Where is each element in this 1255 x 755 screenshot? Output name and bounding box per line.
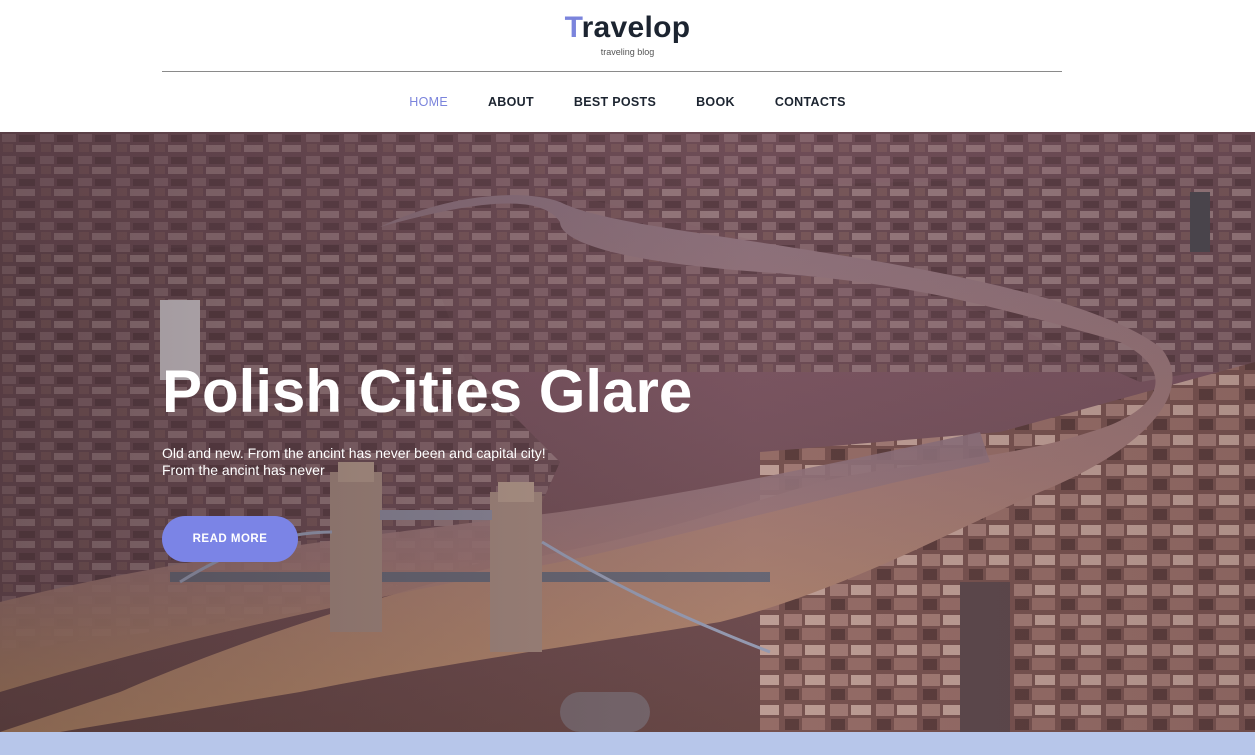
hero-banner: Polish Cities Glare Old and new. From th… [0, 132, 1255, 732]
logo-tagline: traveling blog [600, 47, 655, 57]
hero-subtitle: Old and new. From the ancint has never b… [162, 445, 632, 479]
site-header: Travelop traveling blog HOME ABOUT BEST … [0, 0, 1255, 132]
hero-title: Polish Cities Glare [162, 358, 693, 425]
nav-item-about[interactable]: ABOUT [488, 92, 534, 112]
hero-city-image [0, 132, 1255, 732]
hero-subtitle-line2: From the ancint has never [162, 462, 325, 478]
nav-item-home[interactable]: HOME [409, 92, 448, 112]
next-section-strip [0, 732, 1255, 755]
logo-rest: ravelop [581, 11, 691, 44]
read-more-button[interactable]: READ MORE [162, 516, 298, 562]
main-nav: HOME ABOUT BEST POSTS BOOK CONTACTS [0, 92, 1255, 112]
logo-title: Travelop [0, 10, 1255, 46]
nav-item-book[interactable]: BOOK [696, 92, 735, 112]
nav-item-contacts[interactable]: CONTACTS [775, 92, 846, 112]
logo-first-letter: T [564, 11, 582, 44]
hero-subtitle-line1: Old and new. From the ancint has never b… [162, 445, 546, 461]
nav-item-best-posts[interactable]: BEST POSTS [574, 92, 656, 112]
site-logo[interactable]: Travelop traveling blog [0, 10, 1255, 57]
header-divider [162, 71, 1062, 72]
